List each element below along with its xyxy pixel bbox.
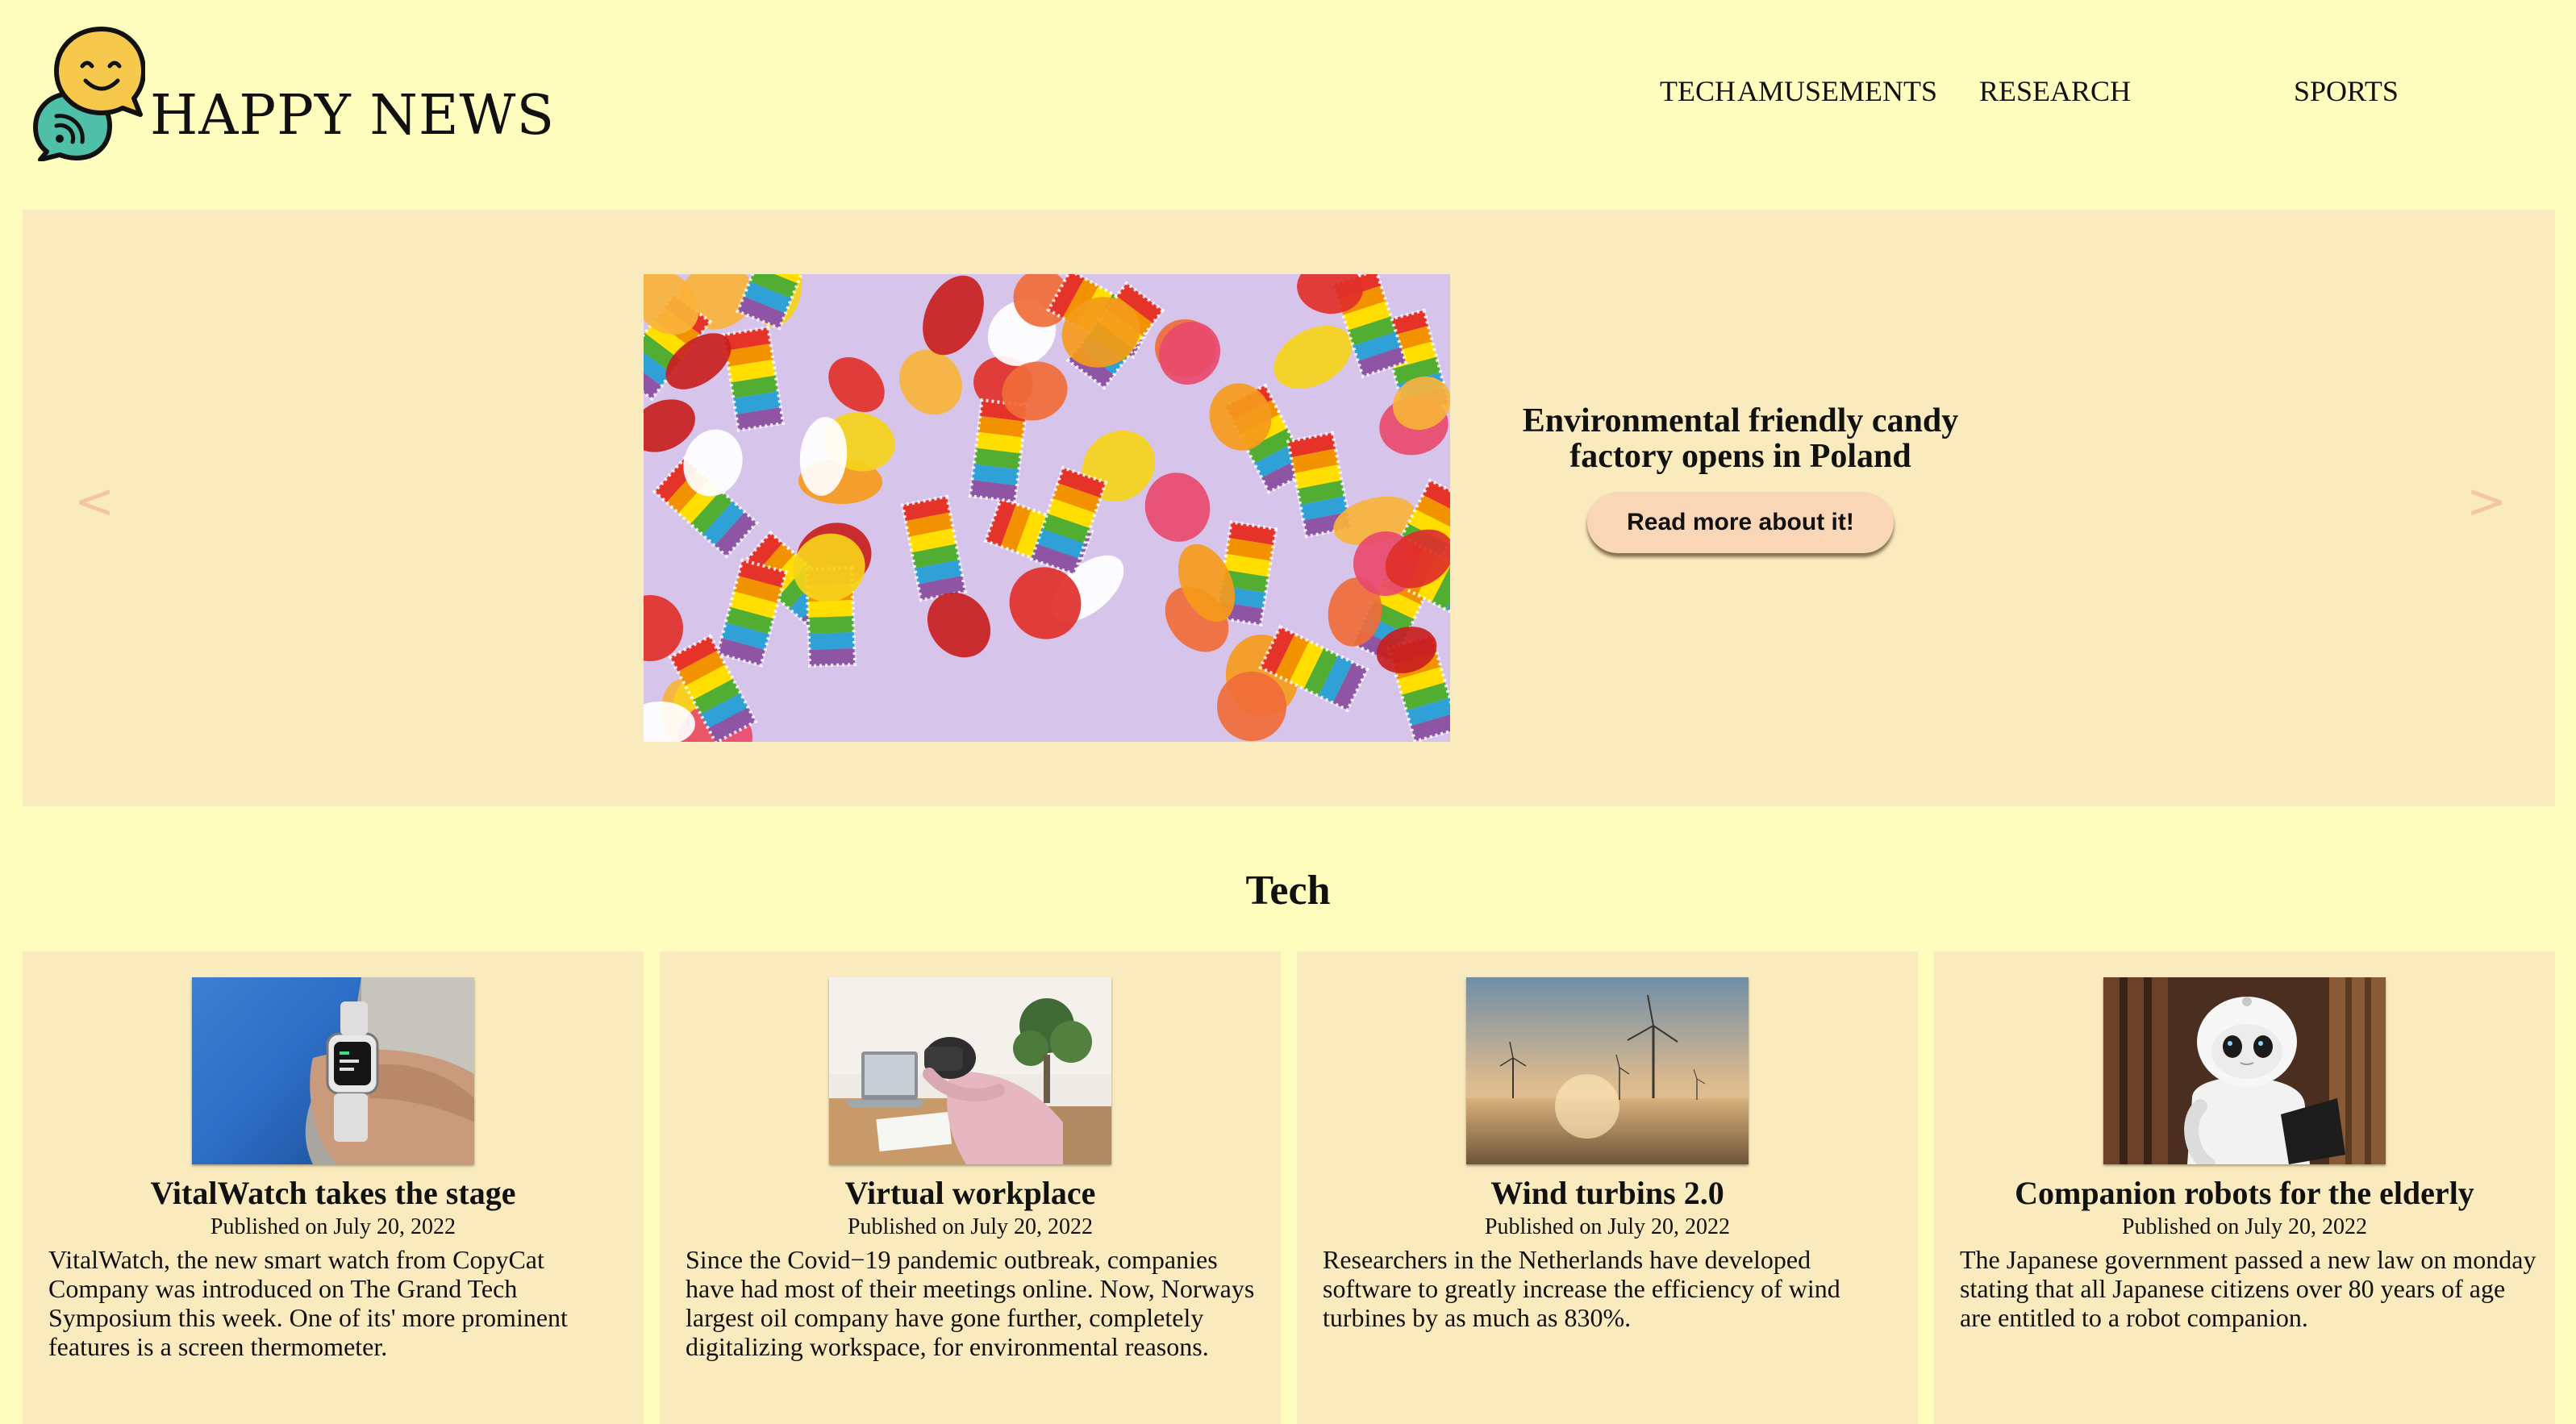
article-date: Published on July 20, 2022 [210, 1214, 456, 1239]
carousel-next-button[interactable]: > [2466, 477, 2507, 526]
article-card[interactable]: Wind turbins 2.0 Published on July 20, 2… [1297, 951, 1918, 1424]
article-image-smartwatch[interactable] [192, 977, 474, 1164]
nav-item-amusements[interactable]: AMUSEMENTS [1737, 74, 1937, 108]
article-body: Since the Covid−19 pandemic outbreak, co… [686, 1245, 1255, 1361]
nav-item-tech[interactable]: TECH [1660, 74, 1736, 108]
chat-smiley-bubbles-icon[interactable] [32, 26, 145, 161]
nav-item-research[interactable]: RESEARCH [1979, 74, 2131, 108]
article-body: The Japanese government passed a new law… [1960, 1245, 2536, 1332]
article-body: Researchers in the Netherlands have deve… [1323, 1245, 1840, 1332]
carousel-prev-button[interactable]: < [74, 477, 115, 526]
article-title[interactable]: Companion robots for the elderly [1934, 1174, 2555, 1212]
read-more-button[interactable]: Read more about it! [1587, 492, 1894, 554]
article-image-robot[interactable] [2103, 977, 2386, 1164]
hero-image-candy [644, 274, 1450, 742]
article-card[interactable]: Companion robots for the elderly Publish… [1934, 951, 2555, 1424]
article-title[interactable]: Virtual workplace [660, 1174, 1281, 1212]
hero-carousel: < Environmental friendly candy factory o… [23, 210, 2555, 806]
hero-headline: Environmental friendly candy factory ope… [1522, 402, 1959, 476]
article-image-vr-workplace[interactable] [829, 977, 1111, 1164]
article-card[interactable]: VitalWatch takes the stage Published on … [23, 951, 644, 1424]
site-brand-name[interactable]: HAPPY NEWS [150, 89, 555, 144]
article-date: Published on July 20, 2022 [2121, 1214, 2368, 1239]
article-image-wind-turbines[interactable] [1466, 977, 1749, 1164]
article-card[interactable]: Virtual workplace Published on July 20, … [660, 951, 1281, 1424]
article-cards: VitalWatch takes the stage Published on … [23, 951, 2555, 1424]
article-body: VitalWatch, the new smart watch from Cop… [48, 1245, 568, 1361]
article-date: Published on July 20, 2022 [847, 1214, 1094, 1239]
site-header: HAPPY NEWS TECH AMUSEMENTS RESEARCH SPOR… [0, 0, 2576, 194]
nav-item-sports[interactable]: SPORTS [2294, 74, 2399, 108]
section-title: Tech [1245, 868, 1331, 914]
article-title[interactable]: Wind turbins 2.0 [1297, 1174, 1918, 1212]
article-date: Published on July 20, 2022 [1484, 1214, 1731, 1239]
article-title[interactable]: VitalWatch takes the stage [23, 1174, 644, 1212]
hero-caption: Environmental friendly candy factory ope… [1474, 402, 2007, 554]
